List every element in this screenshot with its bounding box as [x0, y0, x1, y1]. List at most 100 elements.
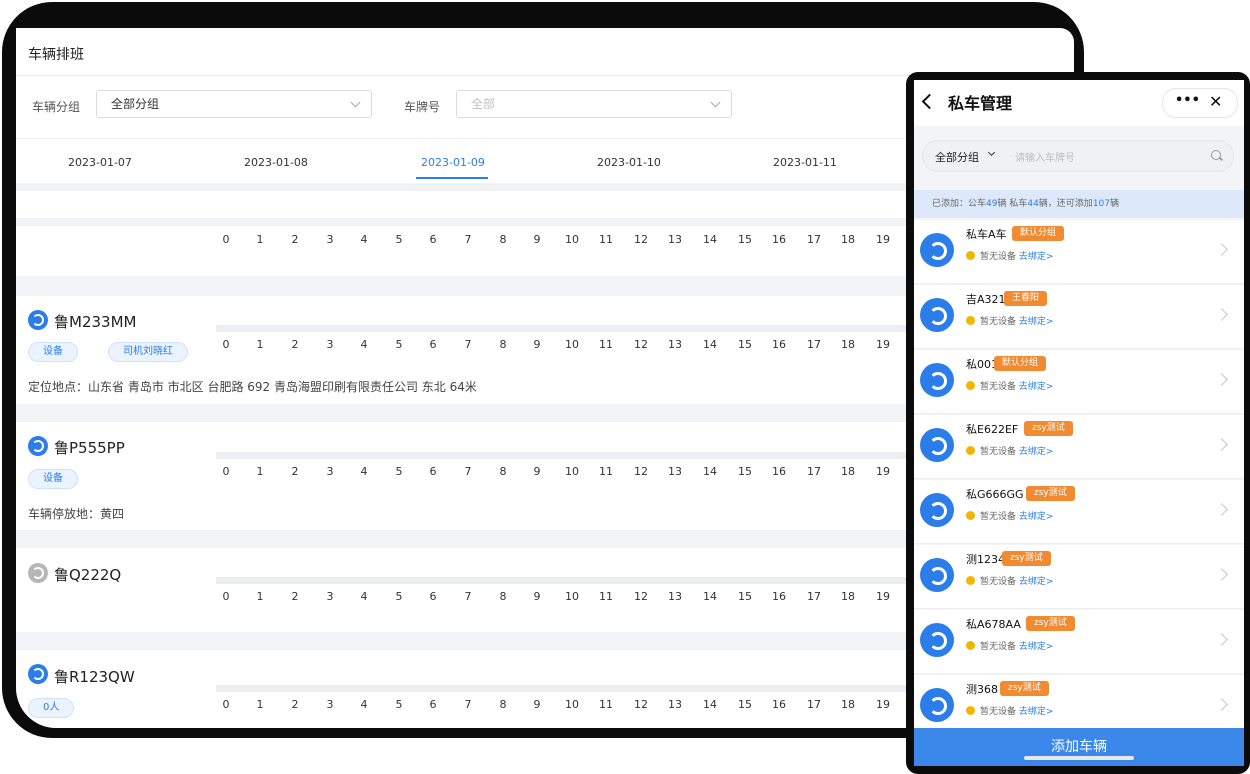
- vehicle-list-item[interactable]: 私001 默认分组 暂无设备 去绑定>: [914, 350, 1244, 414]
- more-icon[interactable]: •••: [1175, 93, 1200, 108]
- vehicle-plate[interactable]: 鲁Q222Q: [54, 564, 121, 585]
- vehicle-list-item[interactable]: 私G666GG zsy测试 暂无设备 去绑定>: [914, 480, 1244, 544]
- hour-tick-label: 0: [222, 590, 230, 603]
- hour-tick-label: 3: [326, 698, 334, 711]
- hour-tick-label: 18: [841, 698, 855, 711]
- vehicle-logo-icon: [920, 558, 954, 592]
- chevron-right-icon: [1215, 568, 1228, 581]
- summary-text: 已添加：公车: [932, 199, 987, 209]
- vehicle-list-item[interactable]: 私A678AA zsy测试 暂无设备 去绑定>: [914, 610, 1244, 674]
- vehicle-list-item[interactable]: 吉A32165 王春阳 暂无设备 去绑定>: [914, 285, 1244, 349]
- bind-device-link[interactable]: 去绑定>: [1019, 707, 1054, 717]
- hour-tick-label: 10: [565, 338, 579, 351]
- hour-tick-label: 3: [326, 590, 334, 603]
- date-tab[interactable]: 2023-01-07: [68, 156, 132, 169]
- bind-device-link[interactable]: 去绑定>: [1019, 317, 1054, 327]
- plate-filter-select[interactable]: 全部: [456, 90, 732, 118]
- date-tab[interactable]: 2023-01-08: [244, 156, 308, 169]
- vehicle-list-item[interactable]: 测1234 zsy测试 暂无设备 去绑定>: [914, 545, 1244, 609]
- hour-tick-label: 18: [841, 590, 855, 603]
- hour-tick-label: 4: [360, 590, 368, 603]
- warning-icon: [966, 576, 975, 585]
- group-dropdown[interactable]: 全部分组: [935, 149, 979, 165]
- back-icon[interactable]: [921, 93, 938, 110]
- hour-tick-label: 16: [772, 590, 786, 603]
- status-text: 暂无设备: [980, 512, 1017, 522]
- vehicle-plate[interactable]: 鲁R123QW: [54, 666, 135, 687]
- bind-device-link[interactable]: 去绑定>: [1019, 642, 1054, 652]
- public-count: 49: [986, 199, 998, 209]
- hour-tick-label: 9: [533, 465, 541, 478]
- vehicle-plate: 测1234: [966, 553, 1005, 566]
- hour-tick-label: 4: [360, 698, 368, 711]
- chevron-right-icon: [1215, 698, 1228, 711]
- device-status: 暂无设备 去绑定>: [980, 509, 1053, 522]
- search-bar[interactable]: 全部分组 请输入车牌号: [922, 140, 1234, 172]
- search-input[interactable]: 请输入车牌号: [1015, 149, 1075, 164]
- hour-tick-label: 5: [395, 698, 403, 711]
- vehicle-plate: 私A678AA: [966, 618, 1021, 631]
- hour-tick-label: 11: [599, 590, 613, 603]
- hour-tick-label: 0: [222, 233, 230, 246]
- hour-tick-label: 10: [565, 465, 579, 478]
- date-tab-active[interactable]: 2023-01-09: [421, 156, 485, 169]
- hour-tick-label: 14: [703, 465, 717, 478]
- hour-tick-label: 1: [256, 698, 264, 711]
- status-text: 暂无设备: [980, 252, 1017, 262]
- vehicle-list-item[interactable]: 私E622EF zsy测试 暂无设备 去绑定>: [914, 415, 1244, 479]
- group-badge: 默认分组: [1012, 226, 1065, 241]
- warning-icon: [966, 641, 975, 650]
- bind-device-link[interactable]: 去绑定>: [1019, 252, 1054, 262]
- summary-text: 辆: [1110, 199, 1120, 209]
- hour-tick-label: 12: [634, 338, 648, 351]
- vehicle-logo-icon: [28, 310, 48, 330]
- hour-tick-label: 8: [499, 338, 507, 351]
- search-icon[interactable]: [1211, 150, 1221, 160]
- device-status: 暂无设备 去绑定>: [980, 444, 1053, 457]
- vehicle-list-item[interactable]: 私车A车 默认分组 暂无设备 去绑定>: [914, 220, 1244, 284]
- date-tab[interactable]: 2023-01-11: [773, 156, 837, 169]
- hour-tick-label: 8: [499, 698, 507, 711]
- hour-tick-label: 12: [634, 590, 648, 603]
- hour-tick-label: 5: [395, 338, 403, 351]
- hour-tick-label: 2: [291, 465, 299, 478]
- device-tag: 设备: [28, 342, 78, 362]
- bind-device-link[interactable]: 去绑定>: [1019, 577, 1054, 587]
- hour-tick-label: 19: [876, 590, 890, 603]
- status-text: 暂无设备: [980, 317, 1017, 327]
- close-icon[interactable]: ✕: [1209, 92, 1222, 111]
- vehicle-plate[interactable]: 鲁M233MM: [54, 311, 136, 332]
- group-filter-select[interactable]: 全部分组: [96, 90, 372, 118]
- add-vehicle-button[interactable]: 添加车辆: [914, 728, 1244, 766]
- hour-tick-label: 15: [738, 590, 752, 603]
- hour-tick-label: 0: [222, 465, 230, 478]
- bind-device-link[interactable]: 去绑定>: [1019, 447, 1054, 457]
- device-status: 暂无设备 去绑定>: [980, 704, 1053, 717]
- hour-tick-label: 8: [499, 465, 507, 478]
- hour-tick-label: 3: [326, 233, 334, 246]
- plate-filter-label: 车牌号: [404, 100, 441, 114]
- hour-tick-label: 9: [533, 698, 541, 711]
- hour-tick-label: 11: [599, 338, 613, 351]
- group-filter-label: 车辆分组: [32, 100, 81, 114]
- hour-tick-label: 8: [499, 590, 507, 603]
- hour-tick-label: 7: [464, 233, 472, 246]
- hour-tick-label: 7: [464, 698, 472, 711]
- group-badge: zsy测试: [1000, 681, 1049, 696]
- hour-tick-label: 10: [565, 590, 579, 603]
- hour-tick-label: 13: [668, 465, 682, 478]
- hour-tick-label: 19: [876, 465, 890, 478]
- hour-tick-label: 14: [703, 338, 717, 351]
- active-tab-indicator: [416, 177, 488, 179]
- hour-tick-label: 7: [464, 465, 472, 478]
- hour-tick-label: 12: [634, 465, 648, 478]
- bind-device-link[interactable]: 去绑定>: [1019, 382, 1054, 392]
- vehicle-logo-icon: [920, 428, 954, 462]
- phone-screen: 私车管理 ••• ✕ 全部分组 请输入车牌号 已添加：公车49辆 私车44辆，还…: [914, 80, 1244, 766]
- group-badge: 王春阳: [1004, 291, 1048, 306]
- bind-device-link[interactable]: 去绑定>: [1019, 512, 1054, 522]
- date-tab[interactable]: 2023-01-10: [597, 156, 661, 169]
- vehicle-plate[interactable]: 鲁P555PP: [54, 437, 125, 458]
- hour-tick-label: 11: [599, 233, 613, 246]
- vehicle-logo-icon: [920, 363, 954, 397]
